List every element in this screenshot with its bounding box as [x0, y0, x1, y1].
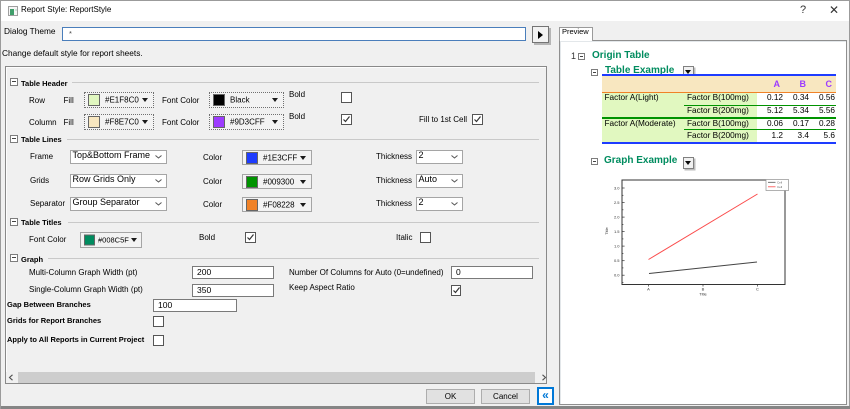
- svg-text:0.0: 0.0: [614, 273, 620, 278]
- svg-text:3.0: 3.0: [614, 186, 620, 191]
- svg-text:Title: Title: [699, 292, 707, 297]
- svg-text:Title: Title: [604, 227, 609, 235]
- svg-text:Cell: Cell: [777, 181, 783, 185]
- svg-text:A: A: [647, 287, 650, 292]
- svg-text:1.5: 1.5: [614, 229, 620, 234]
- svg-text:1.0: 1.0: [614, 244, 620, 249]
- svg-text:Cell: Cell: [777, 185, 783, 189]
- svg-text:2.0: 2.0: [614, 215, 620, 220]
- svg-text:2.5: 2.5: [614, 200, 620, 205]
- svg-text:C: C: [756, 287, 759, 292]
- svg-text:0.5: 0.5: [614, 258, 620, 263]
